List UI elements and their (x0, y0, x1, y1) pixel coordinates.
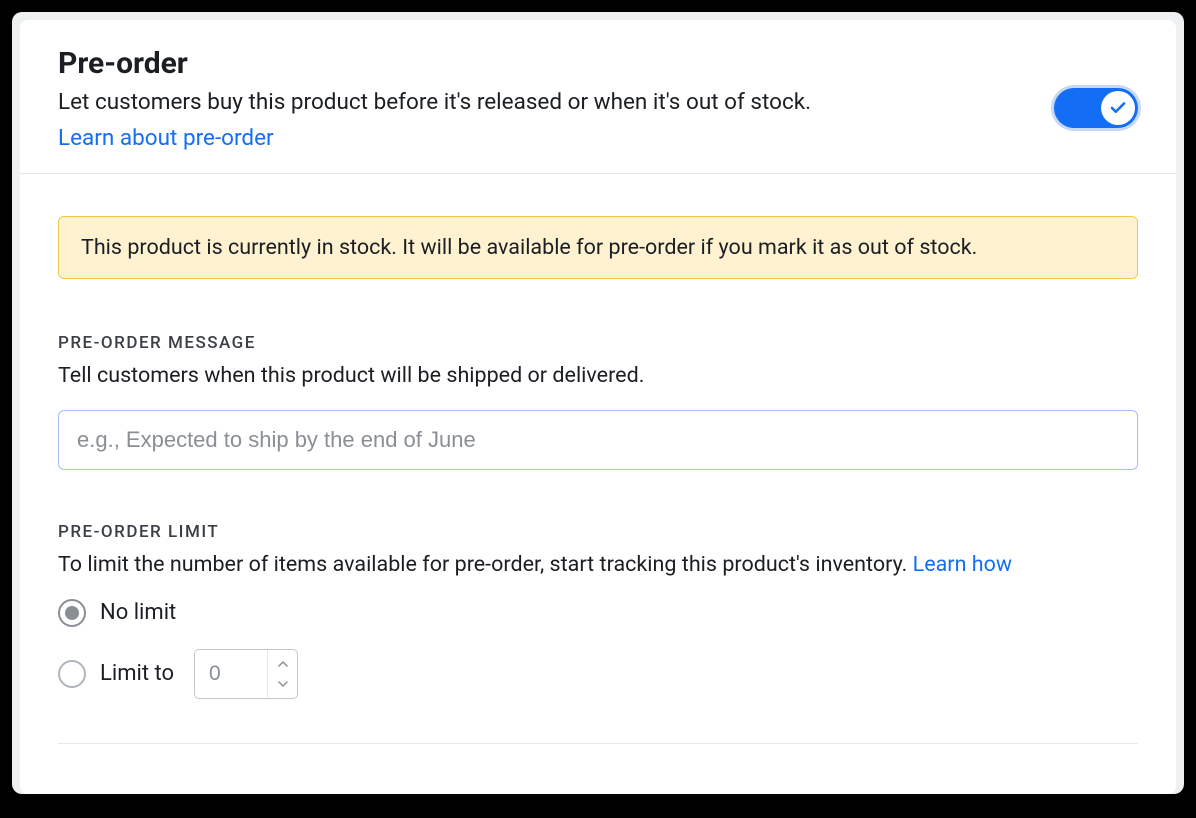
chevron-up-icon (278, 661, 288, 667)
learn-about-preorder-link[interactable]: Learn about pre-order (58, 125, 274, 151)
bottom-divider (58, 743, 1138, 744)
page-title: Pre-order (58, 46, 1054, 81)
stepper-down-button[interactable] (268, 674, 298, 694)
toggle-knob (1101, 91, 1135, 125)
limit-section-label: PRE-ORDER LIMIT (58, 522, 1138, 542)
learn-how-link[interactable]: Learn how (913, 552, 1012, 577)
limit-section-description: To limit the number of items available f… (58, 552, 1138, 577)
message-section-label: PRE-ORDER MESSAGE (58, 333, 1138, 353)
radio-row-limit-to: Limit to (58, 649, 1138, 699)
preorder-card: Pre-order Let customers buy this product… (20, 20, 1176, 794)
limit-desc-text: To limit the number of items available f… (58, 552, 913, 577)
check-icon (1109, 99, 1127, 117)
limit-number-input[interactable] (195, 650, 267, 698)
header-text-block: Pre-order Let customers buy this product… (58, 46, 1054, 151)
no-limit-label: No limit (100, 600, 176, 625)
limit-to-label: Limit to (100, 661, 174, 686)
quantity-stepper (267, 650, 297, 698)
toggle-container (1054, 46, 1138, 128)
stock-alert: This product is currently in stock. It w… (58, 216, 1138, 279)
limit-number-wrap (194, 649, 298, 699)
card-header: Pre-order Let customers buy this product… (20, 20, 1176, 151)
limit-to-radio[interactable] (58, 660, 86, 688)
page-subtitle: Let customers buy this product before it… (58, 87, 1054, 119)
card-body: This product is currently in stock. It w… (20, 174, 1176, 744)
message-section-description: Tell customers when this product will be… (58, 363, 1138, 388)
stepper-up-button[interactable] (268, 654, 298, 674)
chevron-down-icon (278, 681, 288, 687)
radio-row-no-limit: No limit (58, 599, 1138, 627)
no-limit-radio[interactable] (58, 599, 86, 627)
preorder-toggle[interactable] (1054, 88, 1138, 128)
preorder-message-input[interactable] (58, 410, 1138, 470)
